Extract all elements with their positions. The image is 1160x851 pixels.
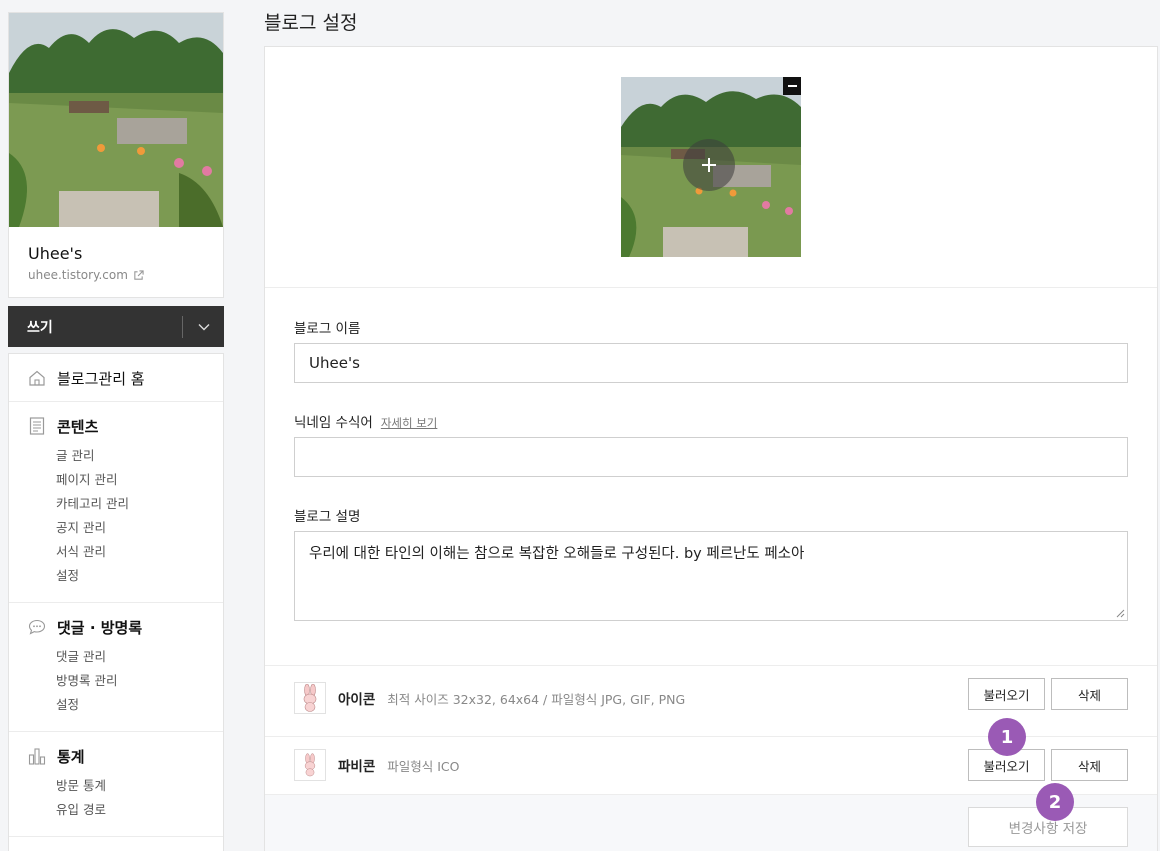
favicon-delete-button[interactable]: 삭제 xyxy=(1051,749,1128,781)
blog-url-link[interactable]: uhee.tistory.com xyxy=(28,268,144,282)
sidebar-item-contents[interactable]: 콘텐츠 xyxy=(9,416,223,436)
blog-name-label: 블로그 이름 xyxy=(294,321,361,337)
sidebar-item-comment-manage[interactable]: 댓글 관리 xyxy=(56,645,223,669)
home-icon xyxy=(28,369,46,387)
sidebar-item-home[interactable]: 블로그관리 홈 xyxy=(9,368,223,388)
icon-delete-button[interactable]: 삭제 xyxy=(1051,678,1128,710)
blog-profile-card: Uhee's uhee.tistory.com xyxy=(8,12,224,298)
bar-chart-icon xyxy=(28,747,46,765)
chevron-down-icon xyxy=(198,323,209,330)
description-textarea[interactable]: 우리에 대한 타인의 이해는 참으로 복잡한 오해들로 구성된다. by 페르난… xyxy=(294,531,1128,621)
write-button-bar: 쓰기 xyxy=(8,306,224,347)
favicon-setting-label: 파비콘 xyxy=(338,759,376,775)
sidebar-section-revenue: 수익 xyxy=(9,837,223,851)
sidebar-item-contents-settings[interactable]: 설정 xyxy=(56,564,223,588)
sidebar-section-stats: 통계 방문 통계 유입 경로 xyxy=(9,732,223,837)
external-link-icon xyxy=(134,269,144,280)
favicon-setting-desc: 파일형식 ICO xyxy=(387,758,460,774)
section-divider xyxy=(265,794,1157,795)
sidebar-item-notices[interactable]: 공지 관리 xyxy=(56,516,223,540)
nickname-label-row: 닉네임 수식어 자세히 보기 xyxy=(294,411,437,431)
icon-load-button[interactable]: 불러오기 xyxy=(968,678,1045,710)
sidebar-item-guestbook-manage[interactable]: 방명록 관리 xyxy=(56,669,223,693)
sidebar-item-stats[interactable]: 통계 xyxy=(9,746,223,766)
annotation-badge-2: 2 xyxy=(1036,783,1074,821)
blog-icon-preview xyxy=(294,682,326,714)
nickname-label: 닉네임 수식어 xyxy=(294,415,373,431)
plus-icon xyxy=(702,158,716,172)
write-button[interactable]: 쓰기 xyxy=(8,317,182,337)
icon-setting-label: 아이콘 xyxy=(338,692,376,708)
sidebar-item-contents-label[interactable]: 콘텐츠 xyxy=(57,416,98,437)
sidebar-item-referrers[interactable]: 유입 경로 xyxy=(56,798,223,822)
resize-handle-icon[interactable] xyxy=(1116,609,1125,618)
document-icon xyxy=(28,417,46,435)
sidebar-item-comments-label[interactable]: 댓글 · 방명록 xyxy=(57,617,142,638)
nickname-help-link[interactable]: 자세히 보기 xyxy=(381,416,438,430)
sidebar-item-templates[interactable]: 서식 관리 xyxy=(56,540,223,564)
annotation-badge-1: 1 xyxy=(988,718,1026,756)
sidebar-item-categories[interactable]: 카테고리 관리 xyxy=(56,492,223,516)
sidebar-section-contents: 콘텐츠 글 관리 페이지 관리 카테고리 관리 공지 관리 서식 관리 설정 xyxy=(9,402,223,603)
sidebar-item-comments-settings[interactable]: 설정 xyxy=(56,693,223,717)
remove-image-button[interactable] xyxy=(783,77,801,95)
speech-bubble-icon xyxy=(28,618,46,636)
sidebar-item-comments[interactable]: 댓글 · 방명록 xyxy=(9,617,223,637)
admin-sidebar-menu: 블로그관리 홈 콘텐츠 글 관리 페이지 관리 카테고리 관리 공지 관리 서식… xyxy=(8,353,224,851)
minus-icon xyxy=(787,85,797,87)
add-image-button[interactable] xyxy=(683,139,735,191)
blog-image-uploader[interactable] xyxy=(621,77,801,257)
page-title: 블로그 설정 xyxy=(264,12,358,34)
rabbit-icon xyxy=(304,753,316,777)
sidebar-section-comments: 댓글 · 방명록 댓글 관리 방명록 관리 설정 xyxy=(9,603,223,732)
blog-profile-photo[interactable] xyxy=(9,13,223,227)
blog-name: Uhee's xyxy=(28,244,83,263)
sidebar-section-home: 블로그관리 홈 xyxy=(9,354,223,402)
blog-name-input[interactable]: Uhee's xyxy=(294,343,1128,383)
blog-url[interactable]: uhee.tistory.com xyxy=(28,268,128,282)
nickname-input[interactable] xyxy=(294,437,1128,477)
sidebar-item-stats-label[interactable]: 통계 xyxy=(57,746,85,767)
sidebar-item-home-label[interactable]: 블로그관리 홈 xyxy=(57,368,145,389)
sidebar-item-posts[interactable]: 글 관리 xyxy=(56,444,223,468)
description-text[interactable]: 우리에 대한 타인의 이해는 참으로 복잡한 오해들로 구성된다. by 페르난… xyxy=(309,546,804,562)
sidebar-item-pages[interactable]: 페이지 관리 xyxy=(56,468,223,492)
sidebar-item-visit-stats[interactable]: 방문 통계 xyxy=(56,774,223,798)
icon-setting-desc: 최적 사이즈 32x32, 64x64 / 파일형식 JPG, GIF, PNG xyxy=(387,691,686,707)
description-label: 블로그 설명 xyxy=(294,509,361,525)
write-dropdown-button[interactable] xyxy=(183,306,224,347)
rabbit-icon xyxy=(303,684,317,712)
section-divider xyxy=(265,287,1157,288)
favicon-preview xyxy=(294,749,326,781)
